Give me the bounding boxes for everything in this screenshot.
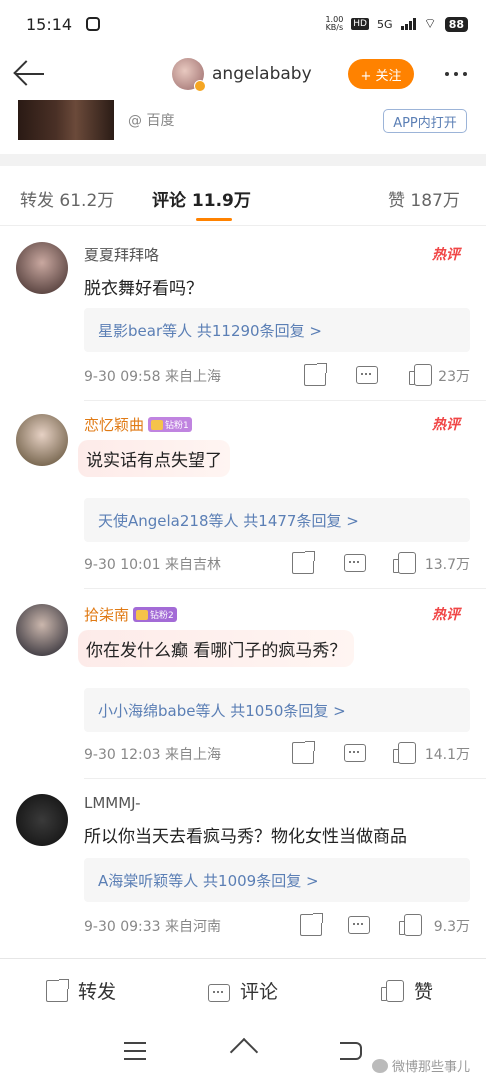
signal-icon bbox=[400, 18, 416, 30]
comment-text: 所以你当天去看疯马秀？物化女性当做商品 bbox=[84, 827, 407, 847]
comment-button[interactable]: 评论 bbox=[208, 977, 278, 1004]
active-tab-indicator bbox=[196, 218, 232, 221]
comment-meta: 9-30 12:03 来自上海 14.1万 bbox=[84, 741, 470, 766]
like-count: 13.7万 bbox=[424, 557, 470, 573]
hot-comment-tag: 热评 bbox=[432, 607, 460, 623]
avatar[interactable] bbox=[16, 604, 68, 656]
like-count: 9.3万 bbox=[433, 919, 470, 935]
comment-date: 9-30 09:33 来自河南 bbox=[84, 919, 222, 935]
reply-summary[interactable]: 小小海绵babe等人 共1050条回复 > bbox=[84, 688, 470, 732]
source-label[interactable]: @ 百度 bbox=[128, 110, 174, 130]
share-icon[interactable] bbox=[300, 913, 323, 936]
comment-date: 9-30 09:58 来自上海 bbox=[84, 369, 222, 385]
open-in-app-button[interactable]: APP内打开 bbox=[383, 109, 467, 133]
comment-text: 说实话有点失望了 bbox=[78, 440, 230, 477]
hd-icon: HD bbox=[351, 18, 369, 30]
system-nav-bar: 微博那些事儿 bbox=[0, 1022, 486, 1080]
back-arrow-icon[interactable] bbox=[12, 58, 48, 90]
comment-username[interactable]: LMMMJ- bbox=[84, 794, 140, 812]
divider bbox=[84, 778, 486, 779]
network-type: 5G bbox=[376, 17, 393, 31]
hot-comment-tag: 热评 bbox=[432, 417, 460, 433]
comment-meta: 9-30 10:01 来自吉林 13.7万 bbox=[84, 551, 470, 576]
comment-icon[interactable] bbox=[348, 916, 370, 934]
like-count: 14.1万 bbox=[424, 747, 470, 763]
comment-text: 脱衣舞好看吗？ bbox=[84, 279, 203, 299]
share-icon[interactable] bbox=[292, 551, 315, 574]
fan-level-badge: 钻粉2 bbox=[133, 607, 177, 622]
comment-username[interactable]: 夏夏拜拜咯 bbox=[84, 244, 159, 265]
section-divider bbox=[0, 154, 486, 166]
comment-date: 9-30 10:01 来自吉林 bbox=[84, 557, 222, 573]
crown-icon bbox=[136, 609, 149, 620]
repost-button[interactable]: 转发 bbox=[46, 977, 116, 1004]
avatar[interactable] bbox=[16, 414, 68, 466]
comment-date: 9-30 12:03 来自上海 bbox=[84, 747, 222, 763]
like-icon[interactable] bbox=[399, 914, 422, 936]
comment-meta: 9-30 09:33 来自河南 9.3万 bbox=[84, 913, 470, 938]
like-icon bbox=[381, 979, 404, 1002]
watermark: 微博那些事儿 bbox=[372, 1056, 470, 1075]
avatar[interactable] bbox=[16, 794, 68, 846]
divider bbox=[84, 588, 486, 589]
reply-summary[interactable]: 星影bear等人 共11290条回复 > bbox=[84, 308, 470, 352]
source-strip: @ 百度 APP内打开 bbox=[0, 100, 486, 144]
comment-icon[interactable] bbox=[356, 366, 378, 384]
comment-username[interactable]: 恋忆颖曲 钻粉1 bbox=[84, 414, 192, 435]
tab-comments[interactable]: 评论 11.9万 bbox=[152, 186, 251, 211]
status-time: 15:14 bbox=[26, 14, 73, 34]
reply-summary[interactable]: A海棠听颖等人 共1009条回复 > bbox=[84, 858, 470, 902]
top-nav: angelababy + 关注 bbox=[0, 48, 486, 100]
repost-icon bbox=[46, 978, 69, 1002]
like-icon[interactable] bbox=[409, 364, 432, 386]
nav-username[interactable]: angelababy bbox=[212, 64, 312, 84]
comment-item: 夏夏拜拜咯 热评 脱衣舞好看吗？ 星影bear等人 共11290条回复 > 9-… bbox=[0, 226, 486, 402]
crown-icon bbox=[151, 419, 164, 430]
wifi-icon: ⌔ bbox=[423, 16, 437, 32]
comment-icon[interactable] bbox=[344, 554, 366, 572]
comment-item: 拾柒南 钻粉2 热评 你在发什么癫 看哪门子的疯马秀？ 小小海绵babe等人 共… bbox=[0, 590, 486, 780]
wechat-icon bbox=[372, 1058, 388, 1073]
network-speed: 1.00 KB/s bbox=[325, 15, 344, 32]
comment-item: 恋忆颖曲 钻粉1 热评 说实话有点失望了 天使Angela218等人 共1477… bbox=[0, 400, 486, 590]
tab-likes[interactable]: 赞 187万 bbox=[388, 186, 460, 211]
avatar[interactable] bbox=[172, 58, 206, 92]
reply-summary[interactable]: 天使Angela218等人 共1477条回复 > bbox=[84, 498, 470, 542]
bottom-action-bar: 转发 评论 赞 bbox=[0, 958, 486, 1022]
like-icon[interactable] bbox=[393, 742, 416, 764]
like-button[interactable]: 赞 bbox=[381, 977, 433, 1004]
fan-level-badge: 钻粉1 bbox=[148, 417, 192, 432]
like-count: 23万 bbox=[438, 369, 470, 385]
nav-user[interactable]: angelababy bbox=[172, 58, 312, 92]
share-icon[interactable] bbox=[304, 363, 327, 386]
status-bar: 15:14 1.00 KB/s HD 5G ⌔ 88 bbox=[0, 0, 486, 48]
comment-username[interactable]: 拾柒南 钻粉2 bbox=[84, 604, 177, 625]
comment-item: LMMMJ- 所以你当天去看疯马秀？物化女性当做商品 A海棠听颖等人 共1009… bbox=[0, 780, 486, 956]
comment-icon bbox=[208, 983, 230, 1002]
tab-bar: 转发 61.2万 评论 11.9万 赞 187万 bbox=[0, 166, 486, 226]
post-thumbnail[interactable] bbox=[18, 100, 114, 140]
hot-comment-tag: 热评 bbox=[432, 247, 460, 263]
home-icon[interactable] bbox=[230, 1040, 256, 1062]
like-icon[interactable] bbox=[393, 552, 416, 574]
more-icon[interactable] bbox=[438, 60, 474, 88]
tab-repost[interactable]: 转发 61.2万 bbox=[20, 186, 114, 211]
back-icon[interactable] bbox=[340, 1042, 362, 1060]
avatar[interactable] bbox=[16, 242, 68, 294]
follow-button[interactable]: + 关注 bbox=[348, 59, 414, 89]
comment-text: 你在发什么癫 看哪门子的疯马秀？ bbox=[78, 630, 355, 667]
battery-indicator: 88 bbox=[444, 16, 468, 32]
comment-meta: 9-30 09:58 来自上海 23万 bbox=[84, 363, 470, 388]
menu-icon[interactable] bbox=[124, 1042, 146, 1060]
verified-badge-icon bbox=[194, 80, 206, 92]
share-icon[interactable] bbox=[292, 741, 315, 764]
notification-icon bbox=[86, 17, 101, 31]
comment-icon[interactable] bbox=[344, 744, 366, 762]
